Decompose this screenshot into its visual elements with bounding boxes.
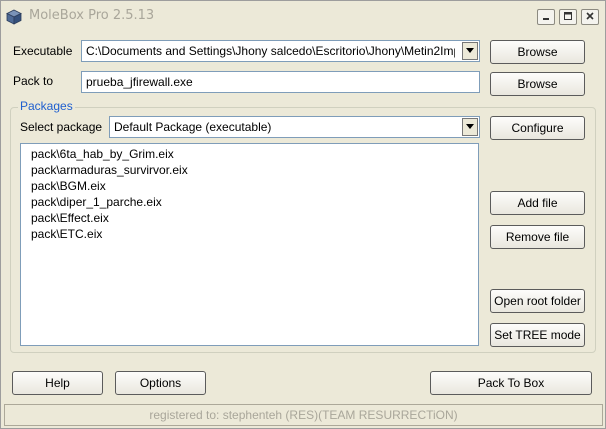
minimize-button[interactable]	[537, 9, 555, 25]
chevron-down-icon[interactable]	[462, 42, 478, 60]
cube-icon	[6, 9, 22, 25]
open-root-folder-button[interactable]: Open root folder	[490, 289, 585, 313]
list-item[interactable]: pack\6ta_hab_by_Grim.eix	[31, 146, 478, 162]
list-item[interactable]: pack\armaduras_survirvor.eix	[31, 162, 478, 178]
maximize-icon	[563, 10, 573, 24]
pack-to-label: Pack to	[13, 74, 54, 88]
list-item[interactable]: pack\ETC.eix	[31, 226, 478, 242]
list-item[interactable]: pack\Effect.eix	[31, 210, 478, 226]
help-button[interactable]: Help	[12, 371, 103, 395]
window-title: MoleBox Pro 2.5.13	[29, 8, 155, 23]
set-tree-mode-button[interactable]: Set TREE mode	[490, 323, 585, 347]
minimize-icon	[541, 10, 551, 24]
maximize-button[interactable]	[559, 9, 577, 25]
title-bar[interactable]: MoleBox Pro 2.5.13	[1, 1, 605, 31]
chevron-down-icon[interactable]	[462, 118, 478, 136]
options-button[interactable]: Options	[115, 371, 206, 395]
executable-combo[interactable]: C:\Documents and Settings\Jhony salcedo\…	[81, 40, 480, 62]
pack-to-field[interactable]: prueba_jfirewall.exe	[81, 71, 480, 93]
pack-to-box-button[interactable]: Pack To Box	[430, 371, 592, 395]
package-select[interactable]: Default Package (executable)	[109, 116, 480, 138]
browse-pack-to-button[interactable]: Browse	[490, 72, 585, 96]
executable-value: C:\Documents and Settings\Jhony salcedo\…	[86, 44, 455, 58]
browse-executable-button[interactable]: Browse	[490, 40, 585, 64]
status-bar: registered to: stephenteh (RES)(TEAM RES…	[4, 404, 603, 426]
close-button[interactable]	[581, 9, 599, 25]
main-window: MoleBox Pro 2.5.13 Executable C:\Documen…	[0, 0, 606, 429]
package-select-value: Default Package (executable)	[114, 120, 272, 134]
add-file-button[interactable]: Add file	[490, 191, 585, 215]
configure-button[interactable]: Configure	[490, 116, 585, 140]
packages-group-title: Packages	[18, 99, 75, 113]
registration-text: registered to: stephenteh (RES)(TEAM RES…	[149, 408, 458, 422]
executable-label: Executable	[13, 44, 73, 58]
select-package-label: Select package	[20, 120, 103, 134]
list-item[interactable]: pack\diper_1_parche.eix	[31, 194, 478, 210]
close-icon	[585, 10, 595, 24]
remove-file-button[interactable]: Remove file	[490, 225, 585, 249]
package-file-list[interactable]: pack\6ta_hab_by_Grim.eix pack\armaduras_…	[20, 143, 479, 346]
list-item[interactable]: pack\BGM.eix	[31, 178, 478, 194]
